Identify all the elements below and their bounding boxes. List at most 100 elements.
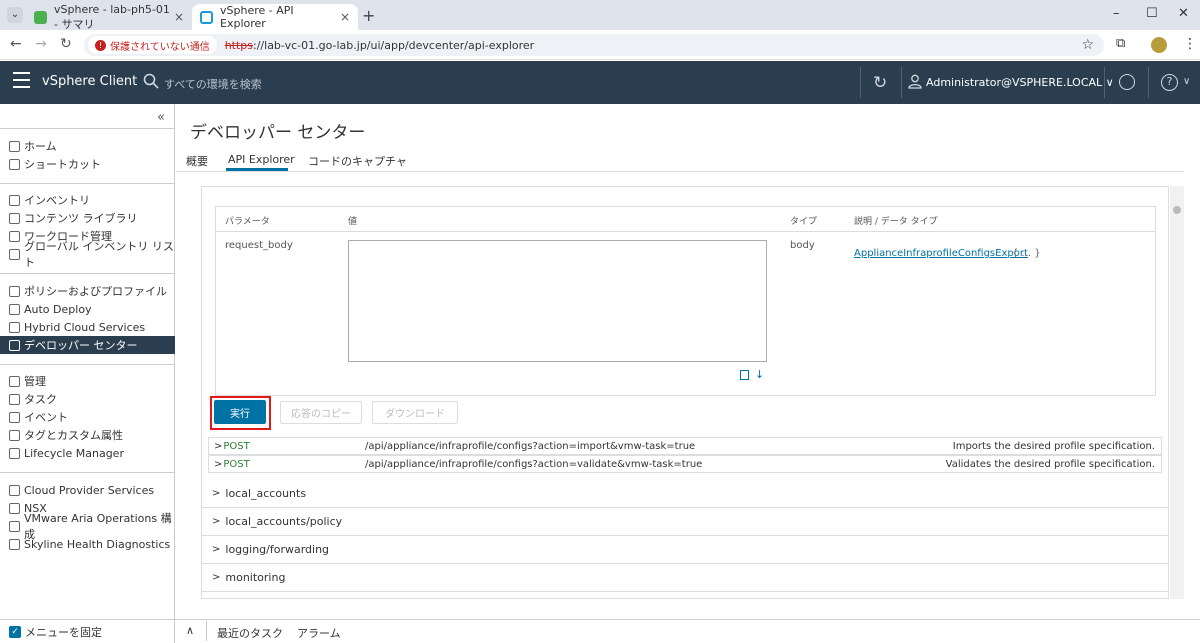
sidebar-item-administration[interactable]: 管理 [0, 372, 175, 390]
column-header-value: 値 [348, 217, 358, 227]
maximize-button[interactable]: ☐ [1146, 6, 1158, 21]
help-icon[interactable]: ? [1161, 74, 1178, 91]
profile-avatar[interactable] [1151, 37, 1167, 53]
expand-panel-icon[interactable]: ∧ [186, 624, 194, 637]
security-label: 保護されていない通信 [110, 41, 210, 53]
help-dropdown-chevron-icon[interactable]: ∨ [1183, 76, 1190, 87]
api-group-label: local_accounts/policy [225, 515, 343, 528]
operation-path: /api/appliance/infraprofile/configs?acti… [365, 458, 703, 470]
sidebar-item-content-library[interactable]: コンテンツ ライブラリ [0, 209, 175, 227]
browser-tab-summary[interactable]: vSphere - lab-ph5-01 - サマリ × [26, 3, 192, 31]
tab-overview[interactable]: 概要 [186, 153, 208, 169]
request-body-textarea[interactable] [348, 240, 767, 362]
download-button[interactable]: ダウンロード [372, 401, 458, 424]
column-header-type: タイプ [790, 217, 818, 227]
pin-menu-toggle[interactable]: ✓ メニューを固定 [0, 619, 175, 643]
sidebar-item-label: Auto Deploy [24, 302, 92, 316]
sidebar-item-auto-deploy[interactable]: Auto Deploy [0, 300, 175, 318]
checkbox-checked-icon[interactable]: ✓ [9, 625, 21, 638]
inventory-icon [9, 194, 20, 206]
download-icon[interactable]: ↓ [755, 368, 764, 381]
sidebar-item-skyline[interactable]: Skyline Health Diagnostics [0, 535, 175, 553]
table-header-divider [216, 231, 1155, 232]
scrollbar-thumb[interactable] [1173, 206, 1181, 214]
sidebar-item-home[interactable]: ホーム [0, 137, 175, 155]
tab-search-button[interactable]: ⌄ [7, 7, 23, 23]
api-group-local-accounts-policy[interactable]: > local_accounts/policy [202, 508, 1168, 536]
new-tab-button[interactable]: + [362, 6, 375, 25]
header-divider [1104, 67, 1105, 98]
extensions-icon[interactable]: ⧉ [1116, 36, 1125, 51]
schema-expand[interactable]: { ... } [1012, 248, 1041, 259]
refresh-icon[interactable]: ↻ [873, 73, 887, 93]
http-method: POST [223, 458, 250, 470]
sidebar-item-label: コンテンツ ライブラリ [24, 212, 138, 225]
security-chip[interactable]: ! 保護されていない通信 [88, 36, 217, 54]
sidebar-item-label: Skyline Health Diagnostics [24, 537, 171, 551]
sidebar-divider [0, 128, 175, 129]
bookmark-star-icon[interactable]: ☆ [1081, 37, 1094, 53]
tab-api-explorer[interactable]: API Explorer [228, 153, 295, 166]
global-search-input[interactable]: すべての環境を検索 [164, 76, 262, 92]
sidebar-item-label: タグとカスタム属性 [24, 429, 123, 442]
sidebar-item-global-inventory[interactable]: グローバル インベントリ リスト [0, 240, 175, 269]
paste-icon[interactable] [740, 370, 749, 380]
list-icon [9, 248, 20, 260]
sidebar-item-label: Lifecycle Manager [24, 446, 124, 460]
sidebar-item-tags[interactable]: タグとカスタム属性 [0, 426, 175, 444]
scrollbar[interactable] [1170, 186, 1184, 599]
url-scheme: https [224, 38, 254, 52]
sidebar-item-aria-operations[interactable]: VMware Aria Operations 構成 [0, 512, 175, 541]
tab-code-capture[interactable]: コードのキャプチャ [308, 153, 407, 169]
search-icon[interactable] [143, 73, 159, 89]
execute-button[interactable]: 実行 [214, 400, 266, 424]
nsx-icon [9, 502, 20, 514]
user-menu[interactable]: Administrator@VSPHERE.LOCAL ∨ [926, 76, 1114, 89]
events-icon [9, 411, 20, 423]
alarms-tab[interactable]: アラーム [297, 625, 341, 641]
sidebar-item-hybrid-cloud[interactable]: Hybrid Cloud Services [0, 318, 175, 336]
copy-response-button[interactable]: 応答のコピー [280, 401, 362, 424]
reload-button[interactable]: ↻ [60, 36, 72, 52]
schema-link[interactable]: ApplianceInfraprofileConfigsExport [854, 248, 1028, 259]
close-window-button[interactable]: ✕ [1178, 6, 1189, 21]
sidebar-item-events[interactable]: イベント [0, 408, 175, 426]
vsphere-favicon-icon [34, 10, 47, 24]
sidebar-item-shortcuts[interactable]: ショートカット [0, 155, 175, 173]
library-icon [9, 212, 20, 224]
tasks-icon [9, 393, 20, 405]
sidebar-item-tasks[interactable]: タスク [0, 390, 175, 408]
sidebar-item-inventory[interactable]: インベントリ [0, 191, 175, 209]
recent-tasks-tab[interactable]: 最近のタスク [217, 625, 283, 641]
bottom-divider [206, 621, 207, 641]
sidebar-item-lifecycle-manager[interactable]: Lifecycle Manager [0, 444, 175, 462]
browser-menu-icon[interactable]: ⋮ [1183, 36, 1197, 52]
browser-tab-api-explorer[interactable]: vSphere - API Explorer × [192, 4, 358, 30]
api-group-logging-forwarding[interactable]: > logging/forwarding [202, 536, 1168, 564]
expand-chevron-icon: > [214, 440, 223, 452]
sidebar-divider [0, 472, 175, 473]
header-divider [860, 67, 861, 98]
chevron-right-icon: > [212, 488, 221, 499]
address-bar[interactable]: ! 保護されていない通信 https://lab-vc-01.go-lab.jp… [84, 34, 1104, 56]
tab-close-icon[interactable]: × [340, 10, 350, 24]
api-group-label: monitoring [225, 571, 286, 584]
sidebar-item-developer-center[interactable]: デベロッパー センター [0, 336, 175, 354]
sidebar-item-policies[interactable]: ポリシーおよびプロファイル [0, 282, 175, 300]
feedback-smile-icon[interactable] [1119, 74, 1135, 90]
api-group-local-accounts[interactable]: > local_accounts [202, 480, 1168, 508]
operation-row[interactable]: >POST /api/appliance/infraprofile/config… [208, 455, 1162, 473]
forward-button[interactable]: → [35, 36, 47, 52]
api-group-monitoring[interactable]: > monitoring [202, 564, 1168, 592]
chevron-right-icon: > [212, 544, 221, 555]
cloud-icon [9, 321, 20, 333]
hamburger-menu-icon[interactable] [13, 72, 30, 89]
tab-close-icon[interactable]: × [174, 10, 184, 24]
workload-icon [9, 230, 20, 242]
back-button[interactable]: ← [10, 36, 22, 52]
sidebar-item-cloud-provider[interactable]: Cloud Provider Services [0, 481, 175, 499]
operation-row[interactable]: >POST /api/appliance/infraprofile/config… [208, 437, 1162, 455]
sidebar-item-label: インベントリ [24, 194, 90, 207]
minimize-button[interactable]: – [1113, 6, 1120, 21]
collapse-sidebar-icon[interactable]: « [157, 110, 165, 125]
